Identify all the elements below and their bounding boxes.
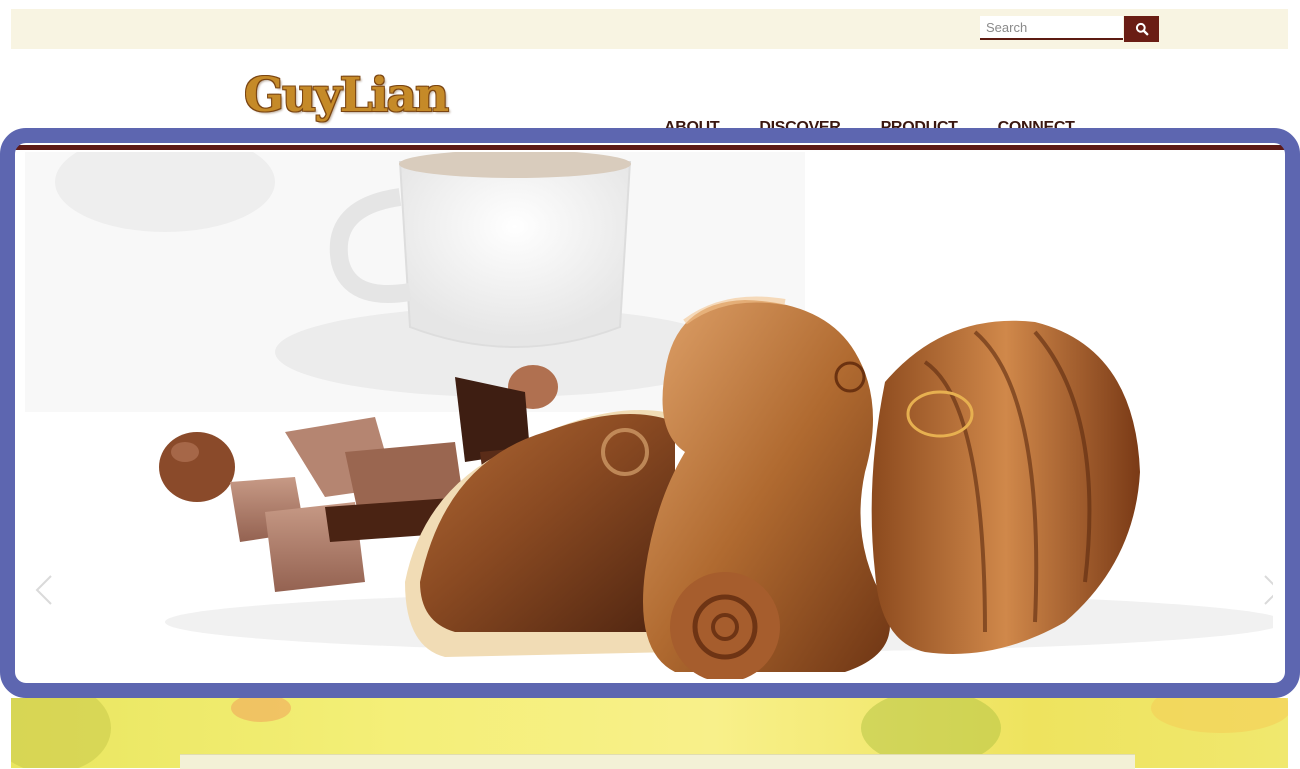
search-input[interactable] [980, 16, 1123, 40]
hero-slider[interactable] [25, 152, 1273, 679]
nav-divider [11, 145, 1288, 150]
search-icon [1135, 22, 1149, 36]
nav-product[interactable]: PRODUCT [881, 118, 958, 140]
hero-next-button[interactable] [1261, 572, 1273, 608]
promo-card[interactable] [180, 754, 1135, 769]
nav-connect[interactable]: CONNECT [998, 118, 1075, 140]
nav-discover[interactable]: DISCOVER [759, 118, 840, 140]
chevron-right-icon [1261, 575, 1273, 612]
hero-image [25, 152, 1273, 679]
nav-about[interactable]: ABOUT [664, 118, 720, 140]
search-bar [980, 16, 1160, 42]
hero-prev-button[interactable] [31, 572, 57, 608]
main-nav: ABOUT DISCOVER PRODUCT CONNECT [664, 118, 1075, 140]
guylian-logo[interactable]: GuyLian [244, 60, 456, 134]
chevron-left-icon [31, 575, 57, 612]
search-button[interactable] [1124, 16, 1159, 42]
logo-wordmark: GuyLian [244, 68, 449, 123]
